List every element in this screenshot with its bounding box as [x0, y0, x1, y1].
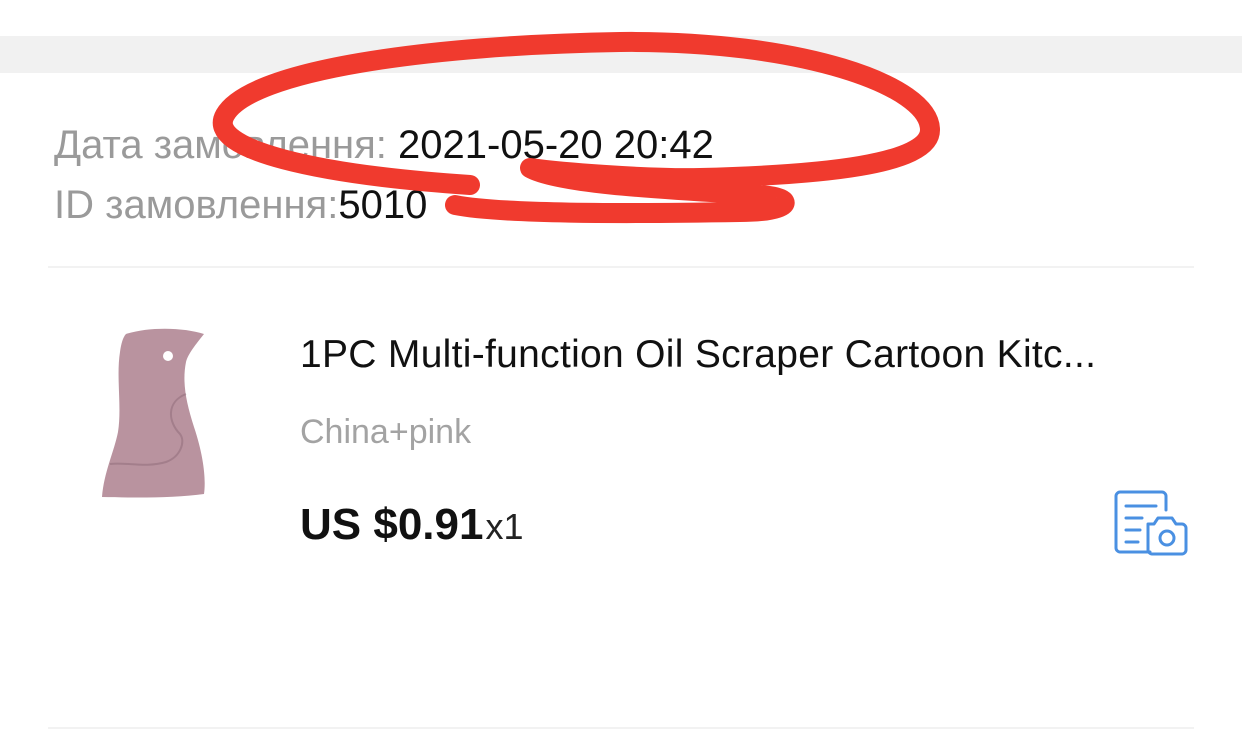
price-line: US $0.91x1	[300, 497, 524, 555]
document-camera-icon	[1114, 490, 1188, 556]
product-title[interactable]: 1PC Multi-function Oil Scraper Cartoon K…	[300, 330, 1180, 380]
product-image[interactable]	[96, 322, 216, 502]
review-with-photo-button[interactable]	[1112, 488, 1190, 560]
order-date-label: Дата замовлення:	[54, 123, 399, 167]
product-quantity: x1	[485, 506, 524, 547]
divider	[48, 727, 1194, 729]
order-meta: Дата замовлення: 2021-05-20 20:42 ID зам…	[54, 115, 714, 235]
order-date-value: 2021-05-20 20:42	[398, 123, 714, 167]
order-id-row: ID замовлення:5010	[54, 175, 714, 235]
penguin-scraper-image	[102, 328, 205, 498]
divider	[48, 266, 1194, 268]
product-price: US $0.91	[300, 500, 484, 549]
order-detail-page: Дата замовлення: 2021-05-20 20:42 ID зам…	[0, 0, 1242, 738]
order-id-value: 5010	[338, 183, 428, 227]
section-separator-bar	[0, 36, 1242, 73]
product-variant: China+pink	[300, 413, 472, 451]
order-id-label: ID замовлення:	[54, 183, 339, 227]
order-date-row: Дата замовлення: 2021-05-20 20:42	[54, 115, 714, 175]
